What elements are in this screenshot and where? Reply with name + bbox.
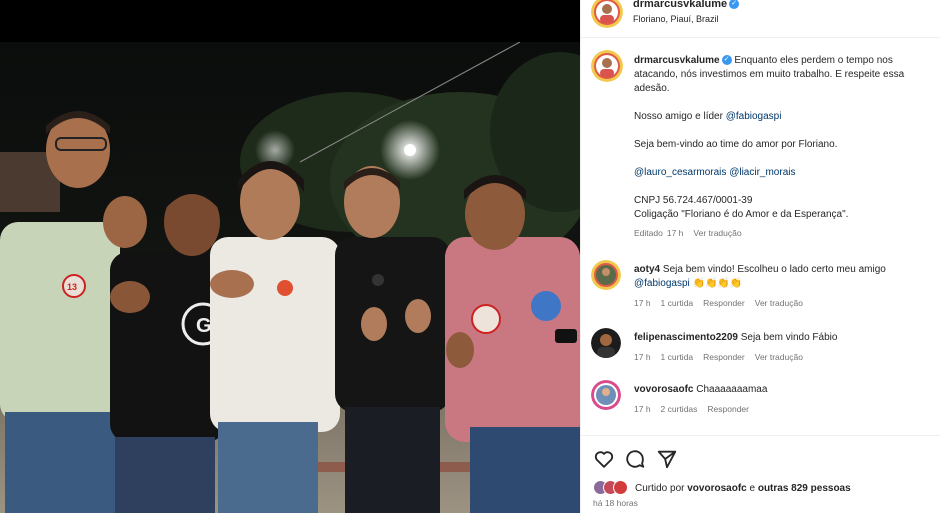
shirt-logo-text: G [196, 315, 212, 337]
comment-translate-link[interactable]: Ver tradução [755, 298, 803, 308]
comment-likes[interactable]: 1 curtida [661, 352, 694, 362]
comment-text: vovorosaofc Chaaaaaaamaa 17 h 2 curtidas R… [634, 383, 934, 416]
caption-line2-prefix: Nosso amigo e líder [634, 111, 726, 122]
caption-line3: Seja bem-vindo ao time do amor por Flori… [634, 139, 838, 150]
liked-prefix: Curtido por [635, 482, 688, 494]
caption-time[interactable]: 17 h [667, 228, 684, 238]
post-header: drmarcusvkalume ✓ Floriano, Piauí, Brazil [581, 0, 940, 38]
comment-body: Seja bem vindo! Escolheu o lado certo me… [662, 264, 886, 275]
comment-reply-button[interactable]: Responder [703, 352, 745, 362]
caption-avatar[interactable] [591, 50, 623, 82]
commenter-avatar[interactable] [591, 260, 621, 290]
post-location[interactable]: Floriano, Piauí, Brazil [633, 14, 719, 24]
comment-text: aoty4 Seja bem vindo! Escolheu o lado ce… [634, 263, 934, 310]
comment-body: Chaaaaaaamaa [696, 384, 768, 395]
comment-likes[interactable]: 2 curtidas [661, 404, 698, 414]
post-time[interactable]: há 18 horas [593, 498, 638, 508]
post-media: 13 G [0, 0, 580, 513]
comment-time[interactable]: 17 h [634, 298, 651, 308]
caption-coligacao: Coligação "Floriano é do Amor e da Esper… [634, 209, 849, 220]
commenter-username[interactable]: felipenascimento2209 [634, 332, 738, 343]
verified-icon: ✓ [721, 55, 732, 66]
mention-liacir[interactable]: @liacir_morais [729, 167, 795, 178]
comment-reply-button[interactable]: Responder [707, 404, 749, 414]
edited-label: Editado [634, 228, 663, 238]
caption-meta: Editado 17 h Ver tradução [634, 226, 934, 240]
comment-mention[interactable]: @fabiogaspi [634, 278, 690, 289]
commenter-avatar[interactable] [591, 380, 621, 410]
comment-time[interactable]: 17 h [634, 352, 651, 362]
commenter-username[interactable]: vovorosaofc [634, 384, 693, 395]
liked-others[interactable]: outras 829 pessoas [758, 483, 851, 494]
campaign-badge-text: 13 [67, 282, 77, 292]
comment-meta: 17 h 1 curtida Responder Ver tradução [634, 296, 934, 310]
caption-translate-link[interactable]: Ver tradução [693, 228, 741, 238]
comment-time[interactable]: 17 h [634, 404, 651, 414]
caption-text: drmarcusvkalume ✓ Enquanto eles perdem o … [634, 54, 934, 240]
caption-username[interactable]: drmarcusvkalume [634, 55, 720, 66]
commenter-username[interactable]: aoty4 [634, 264, 660, 275]
comment-body: Seja bem vindo Fábio [740, 332, 838, 343]
liked-user[interactable]: vovorosaofc [687, 483, 746, 494]
comment-text: felipenascimento2209 Seja bem vindo Fábi… [634, 331, 934, 364]
comment-icon[interactable] [624, 448, 646, 470]
liked-middle: e [746, 482, 758, 494]
comment-reply-button[interactable]: Responder [703, 298, 745, 308]
comment-meta: 17 h 2 curtidas Responder [634, 402, 934, 416]
post-photo[interactable]: 13 G [0, 42, 580, 513]
share-icon[interactable] [656, 448, 678, 470]
mention-fabiogaspi[interactable]: @fabiogaspi [726, 111, 782, 122]
verified-icon: ✓ [729, 0, 740, 10]
liked-by: Curtido por vovorosaofc e outras 829 pes… [593, 480, 851, 496]
author-avatar[interactable] [591, 0, 623, 28]
comment-likes[interactable]: 1 curtida [661, 298, 694, 308]
liker-avatars[interactable] [593, 480, 633, 496]
author-username[interactable]: drmarcusvkalume ✓ [633, 0, 740, 10]
commenter-avatar[interactable] [591, 328, 621, 358]
comment-meta: 17 h 1 curtida Responder Ver tradução [634, 350, 934, 364]
author-username-text[interactable]: drmarcusvkalume [633, 0, 727, 10]
mention-lauro[interactable]: @lauro_cesarmorais [634, 167, 726, 178]
heart-icon[interactable] [593, 448, 615, 470]
post-actions: Curtido por vovorosaofc e outras 829 pes… [581, 435, 940, 513]
comment-emoji: 👏👏👏👏 [692, 278, 743, 289]
post-sidebar: drmarcusvkalume ✓ Floriano, Piauí, Brazil… [580, 0, 940, 513]
comment-translate-link[interactable]: Ver tradução [755, 352, 803, 362]
caption-cnpj: CNPJ 56.724.467/0001-39 [634, 195, 753, 206]
